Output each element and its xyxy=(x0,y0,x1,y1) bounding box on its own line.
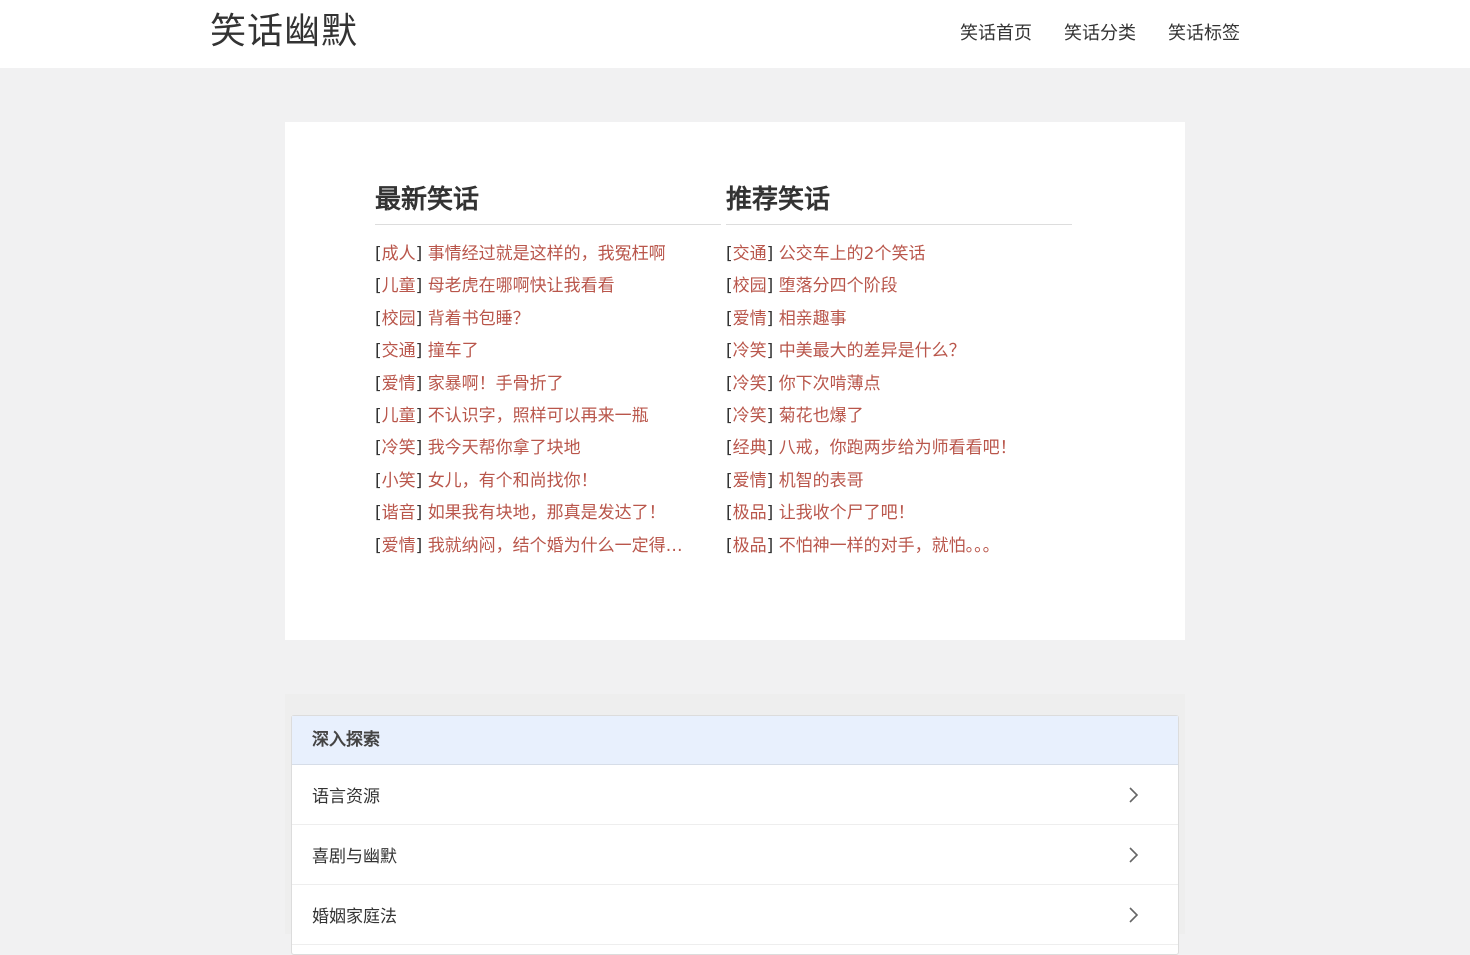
nav-home-link[interactable]: 笑话首页 xyxy=(944,20,1048,48)
joke-title-link[interactable]: 你下次啃薄点 xyxy=(779,374,881,394)
joke-category-link[interactable]: 交通 xyxy=(382,341,416,361)
joke-category-link[interactable]: 经典 xyxy=(733,438,767,458)
joke-list-item: [交通] 撞车了 xyxy=(375,341,479,362)
explore-item-label: 婚姻家庭法 xyxy=(312,907,397,927)
latest-jokes-list: [成人] 事情经过就是这样的，我冤枉啊 [儿童] 母老虎在哪啊快让我看看 [校园] … xyxy=(375,238,721,562)
explore-item-comedy-humor[interactable]: 喜剧与幽默 xyxy=(292,825,1178,885)
joke-list-item: [冷笑] 菊花也爆了 xyxy=(726,406,864,427)
joke-list-item: [爱情] 家暴啊！手骨折了 xyxy=(375,373,564,394)
joke-category-link[interactable]: 爱情 xyxy=(733,471,767,491)
joke-list-item: [校园] 堕落分四个阶段 xyxy=(726,276,898,297)
joke-title-link[interactable]: 事情经过就是这样的，我冤枉啊 xyxy=(428,244,666,264)
joke-category-link[interactable]: 校园 xyxy=(382,309,416,329)
joke-list-item: [爱情] 机智的表哥 xyxy=(726,470,864,491)
joke-category-link[interactable]: 爱情 xyxy=(382,536,416,556)
recommended-jokes-section: 推荐笑话 [交通] 公交车上的2个笑话 [校园] 堕落分四个阶段 [爱情] 相亲趣事… xyxy=(726,182,1072,562)
joke-category-link[interactable]: 极品 xyxy=(733,503,767,523)
joke-title-link[interactable]: 相亲趣事 xyxy=(779,309,847,329)
joke-title-link[interactable]: 八戒，你跑两步给为师看看吧！ xyxy=(779,438,1017,458)
joke-title-link[interactable]: 背着书包睡？ xyxy=(428,309,530,329)
top-navbar: 笑话幽默 笑话首页 笑话分类 笑话标签 xyxy=(0,0,1470,68)
site-logo[interactable]: 笑话幽默 xyxy=(210,8,358,56)
joke-category-link[interactable]: 极品 xyxy=(733,536,767,556)
joke-list-item: [儿童] 不认识字，照样可以再来一瓶 xyxy=(375,406,649,427)
jokes-card: 最新笑话 [成人] 事情经过就是这样的，我冤枉啊 [儿童] 母老虎在哪啊快让我看看… xyxy=(285,122,1185,640)
joke-category-link[interactable]: 冷笑 xyxy=(733,406,767,426)
explore-item-language-resources[interactable]: 语言资源 xyxy=(292,765,1178,825)
chevron-right-icon xyxy=(1114,845,1154,865)
chevron-right-icon xyxy=(1114,905,1154,925)
joke-list-item: [极品] 让我收个尸了吧！ xyxy=(726,503,915,524)
joke-list-item: [爱情] 相亲趣事 xyxy=(726,308,847,329)
joke-title-link[interactable]: 不怕神一样的对手，就怕。。。 xyxy=(779,536,1000,556)
joke-title-link[interactable]: 菊花也爆了 xyxy=(779,406,864,426)
joke-list-item: [成人] 事情经过就是这样的，我冤枉啊 xyxy=(375,244,666,264)
joke-list-item: [爱情] 我就纳闷，结个婚为什么一定得… xyxy=(375,535,683,556)
joke-category-link[interactable]: 冷笑 xyxy=(733,341,767,361)
joke-title-link[interactable]: 女儿，有个和尚找你！ xyxy=(428,471,598,491)
joke-title-link[interactable]: 如果我有块地，那真是发达了！ xyxy=(428,503,666,523)
joke-category-link[interactable]: 冷笑 xyxy=(382,438,416,458)
joke-list-item: [儿童] 母老虎在哪啊快让我看看 xyxy=(375,276,615,297)
joke-category-link[interactable]: 校园 xyxy=(733,276,767,296)
recommended-jokes-list: [交通] 公交车上的2个笑话 [校园] 堕落分四个阶段 [爱情] 相亲趣事 [冷笑] … xyxy=(726,238,1072,562)
joke-category-link[interactable]: 爱情 xyxy=(733,309,767,329)
joke-list-item: [冷笑] 你下次啃薄点 xyxy=(726,373,881,394)
joke-category-link[interactable]: 爱情 xyxy=(382,374,416,394)
joke-category-link[interactable]: 儿童 xyxy=(382,276,416,296)
joke-title-link[interactable]: 中美最大的差异是什么？ xyxy=(779,341,966,361)
joke-category-link[interactable]: 儿童 xyxy=(382,406,416,426)
joke-title-link[interactable]: 母老虎在哪啊快让我看看 xyxy=(428,276,615,296)
nav-tags-link[interactable]: 笑话标签 xyxy=(1152,20,1256,48)
nav-categories-link[interactable]: 笑话分类 xyxy=(1048,20,1152,48)
main-nav: 笑话首页 笑话分类 笑话标签 xyxy=(944,20,1256,48)
joke-title-link[interactable]: 我今天帮你拿了块地 xyxy=(428,438,581,458)
joke-list-item: [小笑] 女儿，有个和尚找你！ xyxy=(375,470,598,491)
joke-category-link[interactable]: 谐音 xyxy=(382,503,416,523)
joke-category-link[interactable]: 交通 xyxy=(733,244,767,264)
joke-list-item: [交通] 公交车上的2个笑话 xyxy=(726,244,926,264)
joke-title-link[interactable]: 机智的表哥 xyxy=(779,471,864,491)
joke-list-item: [经典] 八戒，你跑两步给为师看看吧！ xyxy=(726,438,1017,459)
joke-list-item: [极品] 不怕神一样的对手，就怕。。。 xyxy=(726,535,1000,556)
recommended-jokes-heading: 推荐笑话 xyxy=(726,182,1072,225)
joke-list-item: [校园] 背着书包睡？ xyxy=(375,308,530,329)
joke-title-link[interactable]: 撞车了 xyxy=(428,341,479,361)
joke-title-link[interactable]: 公交车上的2个笑话 xyxy=(779,244,926,264)
joke-list-item: [冷笑] 中美最大的差异是什么？ xyxy=(726,341,966,362)
explore-panel: 深入探索 语言资源 喜剧与幽默 婚姻家庭法 xyxy=(291,715,1179,955)
joke-list-item: [谐音] 如果我有块地，那真是发达了！ xyxy=(375,503,666,524)
joke-category-link[interactable]: 成人 xyxy=(382,244,416,264)
explore-item-label: 喜剧与幽默 xyxy=(312,847,397,867)
explore-item-family-law[interactable]: 婚姻家庭法 xyxy=(292,885,1178,945)
joke-list-item: [冷笑] 我今天帮你拿了块地 xyxy=(375,438,581,459)
joke-title-link[interactable]: 堕落分四个阶段 xyxy=(779,276,898,296)
chevron-right-icon xyxy=(1114,785,1154,805)
joke-title-link[interactable]: 不认识字，照样可以再来一瓶 xyxy=(428,406,649,426)
joke-title-link[interactable]: 让我收个尸了吧！ xyxy=(779,503,915,523)
joke-title-link[interactable]: 家暴啊！手骨折了 xyxy=(428,374,564,394)
explore-item-label: 语言资源 xyxy=(312,787,380,807)
explore-heading: 深入探索 xyxy=(292,716,1178,765)
latest-jokes-section: 最新笑话 [成人] 事情经过就是这样的，我冤枉啊 [儿童] 母老虎在哪啊快让我看看… xyxy=(375,182,721,562)
joke-category-link[interactable]: 小笑 xyxy=(382,471,416,491)
joke-title-link[interactable]: 我就纳闷，结个婚为什么一定得… xyxy=(428,536,683,556)
latest-jokes-heading: 最新笑话 xyxy=(375,182,721,225)
joke-category-link[interactable]: 冷笑 xyxy=(733,374,767,394)
